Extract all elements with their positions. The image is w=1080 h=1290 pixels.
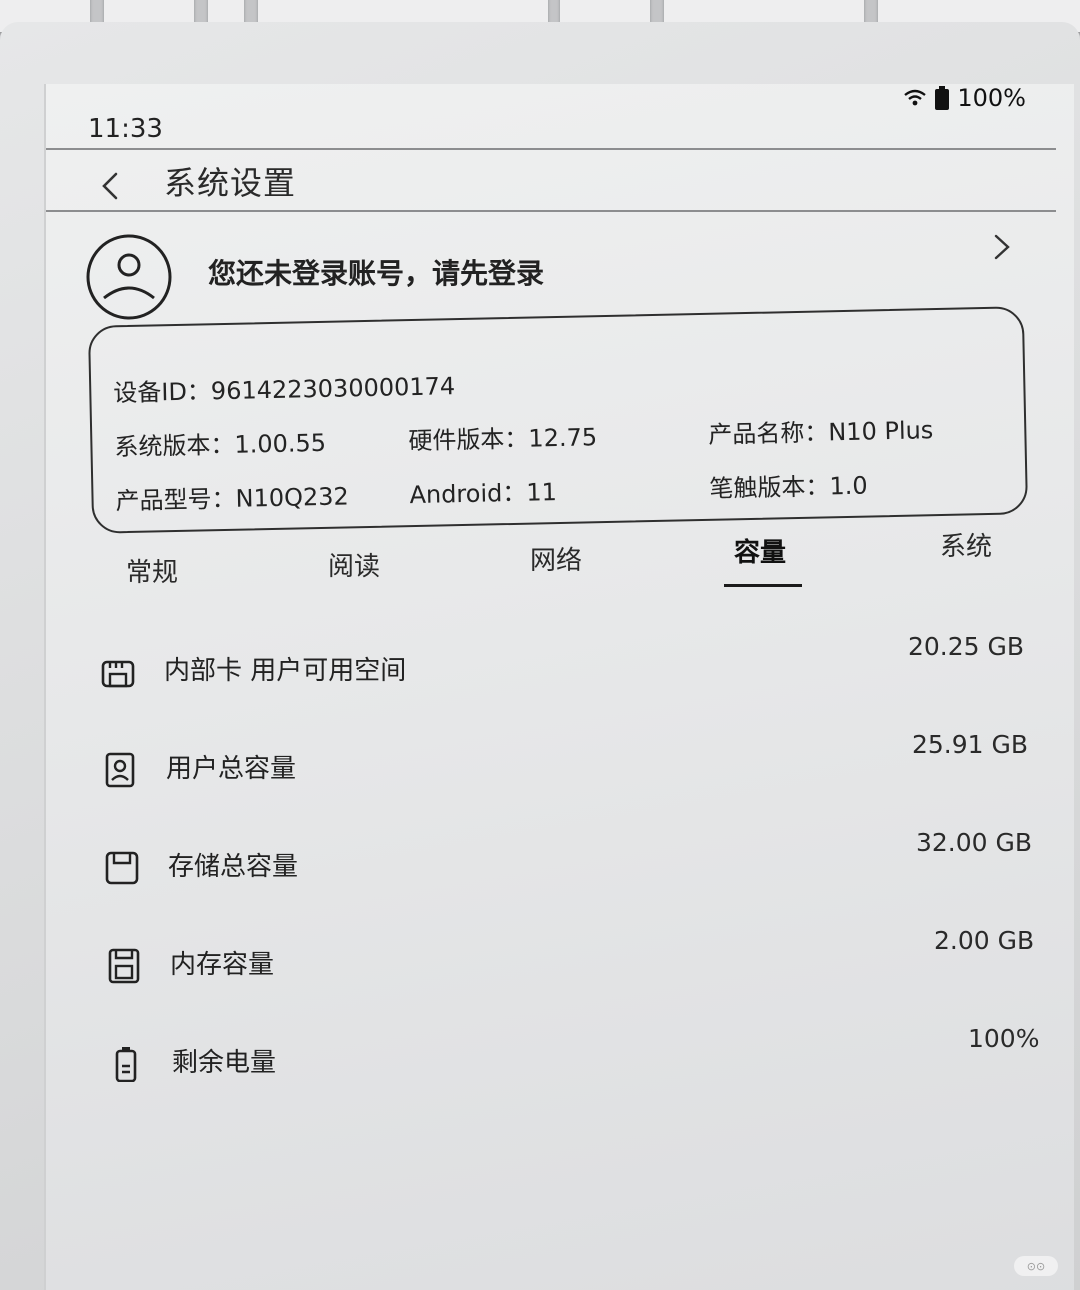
watermark-logo: ⊙⊙ — [1014, 1256, 1058, 1276]
status-divider — [46, 148, 1056, 150]
row-label: 存储总容量 — [168, 852, 299, 882]
user-storage-icon — [102, 752, 138, 788]
tab-general[interactable]: 常规 — [126, 552, 178, 589]
tab-capacity[interactable]: 容量 — [734, 532, 786, 569]
product-model: 产品型号：N10Q232 — [115, 482, 350, 516]
row-value: 20.25 GB — [908, 632, 1025, 661]
login-prompt[interactable]: 您还未登录账号，请先登录 — [208, 252, 544, 292]
sd-card-icon — [100, 656, 136, 692]
row-value: 2.00 GB — [934, 926, 1035, 955]
android-version: Android：11 — [409, 478, 558, 510]
ereader-screen: 11:33 100% 系统设置 您还未登录账号，请先登录 设备ID：961422… — [44, 84, 1074, 1290]
storage-icon — [104, 850, 140, 886]
tab-network[interactable]: 网络 — [530, 540, 582, 577]
chevron-right-icon[interactable] — [990, 232, 1014, 262]
tab-system[interactable]: 系统 — [940, 526, 992, 563]
header-divider — [46, 210, 1056, 212]
product-name: 产品名称：N10 Plus — [708, 416, 934, 449]
row-label: 内部卡 用户可用空间 — [164, 656, 407, 686]
hardware-version: 硬件版本：12.75 — [408, 423, 598, 456]
row-value: 32.00 GB — [916, 828, 1033, 857]
active-tab-indicator — [724, 584, 802, 587]
wifi-icon — [903, 89, 927, 107]
row-label: 用户总容量 — [166, 754, 297, 784]
device-info-card: 设备ID：9614223030000174 系统版本：1.00.55 硬件版本：… — [87, 306, 1029, 534]
battery-percent: 100% — [957, 84, 1026, 112]
ereader-device: 11:33 100% 系统设置 您还未登录账号，请先登录 设备ID：961422… — [0, 22, 1080, 1290]
chevron-left-icon — [102, 172, 118, 200]
memory-icon — [106, 948, 142, 984]
tab-reading[interactable]: 阅读 — [328, 546, 380, 583]
row-value: 25.91 GB — [912, 730, 1029, 759]
page-title: 系统设置 — [164, 164, 297, 202]
status-indicators: 100% — [903, 84, 1026, 112]
battery-status-icon — [935, 86, 950, 110]
battery-icon — [108, 1046, 144, 1083]
system-version: 系统版本：1.00.55 — [114, 428, 327, 462]
row-value: 100% — [968, 1024, 1040, 1053]
back-button[interactable] — [94, 166, 134, 206]
row-label: 内存容量 — [170, 950, 275, 980]
row-label: 剩余电量 — [172, 1048, 277, 1078]
pen-version: 笔触版本：1.0 — [709, 471, 868, 503]
status-time: 11:33 — [88, 114, 163, 144]
device-id: 设备ID：9614223030000174 — [113, 372, 456, 408]
avatar-icon[interactable] — [86, 234, 172, 320]
